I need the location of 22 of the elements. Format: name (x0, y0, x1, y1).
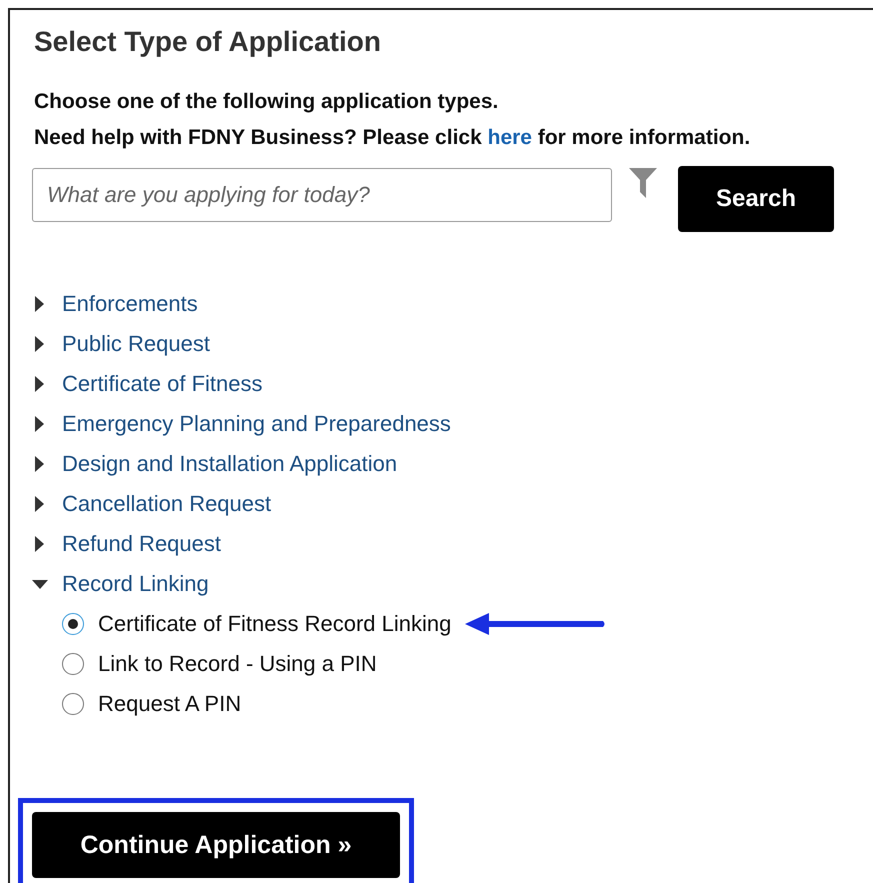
category-link[interactable]: Enforcements (62, 291, 198, 317)
help-link[interactable]: here (488, 126, 532, 149)
page-title: Select Type of Application (34, 26, 382, 58)
category-link[interactable]: Emergency Planning and Preparedness (62, 411, 451, 437)
option-label[interactable]: Certificate of Fitness Record Linking (98, 611, 452, 637)
category-link[interactable]: Cancellation Request (62, 491, 272, 517)
option-label[interactable]: Link to Record - Using a PIN (98, 651, 377, 677)
radio-button[interactable] (62, 693, 84, 715)
search-button[interactable]: Search (678, 166, 834, 232)
category-link[interactable]: Refund Request (62, 531, 221, 557)
filter-icon[interactable] (628, 166, 658, 200)
category-link[interactable]: Design and Installation Application (62, 451, 398, 477)
category-link[interactable]: Certificate of Fitness (62, 371, 263, 397)
radio-button[interactable] (62, 653, 84, 675)
category-link[interactable]: Public Request (62, 331, 210, 357)
radio-button[interactable] (62, 613, 84, 635)
search-field[interactable]: What are you applying for today? (32, 168, 612, 222)
instruction-text: Choose one of the following application types. (34, 90, 500, 114)
help-text: Need help with FDNY Business? Please click here for more information. (34, 126, 752, 150)
category-link[interactable]: Record Linking (62, 571, 209, 597)
option-label[interactable]: Request A PIN (98, 691, 242, 717)
continue-button[interactable]: Continue Application » (32, 812, 400, 878)
